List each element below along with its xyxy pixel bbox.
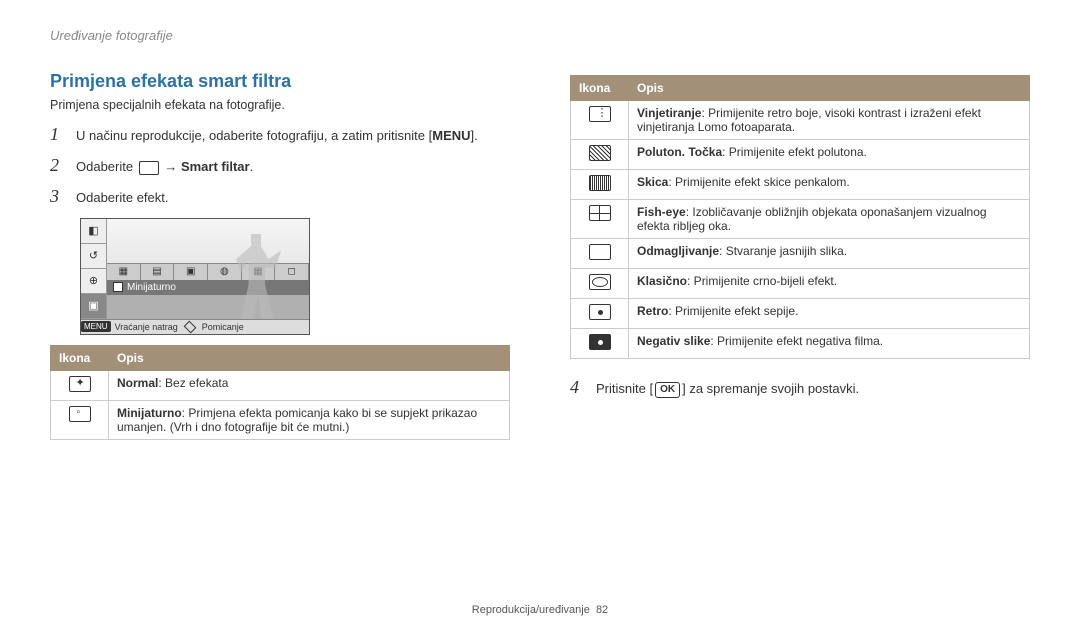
menu-button-label: MENU xyxy=(432,128,470,143)
section-title: Primjena efekata smart filtra xyxy=(50,71,510,92)
effect-name: Minijaturno xyxy=(117,406,182,420)
header-note: Uređivanje fotografije xyxy=(50,28,1030,43)
blur-area xyxy=(107,295,309,319)
left-column: Primjena efekata smart filtra Primjena s… xyxy=(50,71,510,440)
effect-desc: : Stvaranje jasnijih slika. xyxy=(719,244,847,258)
filter-thumb: ▦ xyxy=(107,264,141,280)
effect-icon xyxy=(589,145,611,161)
effect-icon xyxy=(589,106,611,122)
side-icon: ↺ xyxy=(81,244,106,269)
effect-desc: : Primijenite crno-bijeli efekt. xyxy=(687,274,837,288)
filter-thumb: ▣ xyxy=(174,264,208,280)
effect-icon xyxy=(589,274,611,290)
effect-desc: : Primijenite efekt negativa filma. xyxy=(710,334,883,348)
effect-name: Fish-eye xyxy=(637,205,686,219)
table-row: Odmagljivanje: Stvaranje jasnijih slika. xyxy=(571,239,1030,269)
page-number: 82 xyxy=(596,604,608,616)
effect-desc: : Bez efekata xyxy=(158,376,228,390)
page-footer: Reprodukcija/uređivanje 82 xyxy=(0,604,1080,616)
step-4: 4 Pritisnite [OK] za spremanje svojih po… xyxy=(570,377,1030,398)
filter-thumb: ◻ xyxy=(275,264,309,280)
table-row: Klasično: Primijenite crno-bijeli efekt. xyxy=(571,269,1030,299)
ok-button-icon: OK xyxy=(655,382,680,398)
th-icon: Ikona xyxy=(571,76,629,101)
side-icon-active: ▣ xyxy=(81,294,106,319)
effects-table-right: Ikona Opis Vinjetiranje: Primijenite ret… xyxy=(570,75,1030,359)
th-icon: Ikona xyxy=(51,345,109,370)
intro-text: Primjena specijalnih efekata na fotograf… xyxy=(50,98,510,112)
step-1: 1 U načinu reprodukcije, odaberite fotog… xyxy=(50,124,510,145)
step-text: Pritisnite xyxy=(596,381,649,396)
effect-icon xyxy=(69,406,91,422)
filter-thumb: ◍ xyxy=(208,264,242,280)
effect-name: Odmagljivanje xyxy=(637,244,719,258)
table-row: Retro: Primijenite efekt sepije. xyxy=(571,299,1030,329)
step-text: U načinu reprodukcije, odaberite fotogra… xyxy=(76,128,425,143)
step-number: 3 xyxy=(50,186,64,207)
effect-name: Negativ slike xyxy=(637,334,710,348)
table-row: Skica: Primijenite efekt skice penkalom. xyxy=(571,170,1030,200)
step-number: 2 xyxy=(50,155,64,176)
step-number: 4 xyxy=(570,377,584,398)
arrow: → xyxy=(161,159,181,174)
table-row: Normal: Bez efekata xyxy=(51,370,510,400)
camera-ui-mock: ◧ ↺ ⊕ ▣ ▦ ▤ ▣ ◍ ▦ ◻ xyxy=(80,218,310,335)
step-text: Odaberite xyxy=(76,159,137,174)
effect-name: Klasično xyxy=(637,274,687,288)
side-icon: ◧ xyxy=(81,219,106,244)
back-label: Vraćanje natrag xyxy=(111,320,182,334)
effect-icon xyxy=(69,376,91,392)
effect-name: Skica xyxy=(637,175,668,189)
effect-icon xyxy=(589,244,611,260)
filter-thumb: ▤ xyxy=(141,264,175,280)
step-text: Odaberite efekt. xyxy=(76,189,169,207)
step-2: 2 Odaberite → Smart filtar. xyxy=(50,155,510,176)
table-row: Minijaturno: Primjena efekta pomicanja k… xyxy=(51,400,510,439)
effect-desc: : Izobličavanje obližnjih objekata opona… xyxy=(637,205,987,233)
nav-diamond-icon xyxy=(183,320,196,333)
step-3: 3 Odaberite efekt. xyxy=(50,186,510,207)
step-text: za spremanje svojih postavki. xyxy=(686,381,859,396)
effect-name: Normal xyxy=(117,376,158,390)
step-number: 1 xyxy=(50,124,64,145)
move-label: Pomicanje xyxy=(198,320,248,334)
effect-icon xyxy=(589,334,611,350)
effect-name: Retro xyxy=(637,304,668,318)
effect-name: Poluton. Točka xyxy=(637,145,722,159)
effect-icon xyxy=(589,175,611,191)
right-column: Ikona Opis Vinjetiranje: Primijenite ret… xyxy=(570,71,1030,440)
table-row: Fish-eye: Izobličavanje obližnjih objeka… xyxy=(571,200,1030,239)
filter-thumb-selected xyxy=(113,282,123,292)
selected-filter-label: Minijaturno xyxy=(127,282,176,293)
effect-name: Vinjetiranje xyxy=(637,106,701,120)
table-row: Negativ slike: Primijenite efekt negativ… xyxy=(571,329,1030,359)
footer-section: Reprodukcija/uređivanje xyxy=(472,604,590,616)
th-desc: Opis xyxy=(629,76,1030,101)
th-desc: Opis xyxy=(109,345,510,370)
effect-icon xyxy=(589,304,611,320)
side-icon: ⊕ xyxy=(81,269,106,294)
effect-desc: : Primijenite efekt skice penkalom. xyxy=(668,175,849,189)
table-row: Poluton. Točka: Primijenite efekt poluto… xyxy=(571,140,1030,170)
effect-desc: : Primijenite efekt sepije. xyxy=(668,304,798,318)
edit-icon xyxy=(139,161,159,175)
effects-table-left: Ikona Opis Normal: Bez efekata Minijatur… xyxy=(50,345,510,440)
effect-desc: : Primijenite efekt polutona. xyxy=(722,145,867,159)
effect-icon xyxy=(589,205,611,221)
menu-tag: MENU xyxy=(81,321,111,332)
table-row: Vinjetiranje: Primijenite retro boje, vi… xyxy=(571,101,1030,140)
smart-filter-label: Smart filtar xyxy=(181,159,250,174)
